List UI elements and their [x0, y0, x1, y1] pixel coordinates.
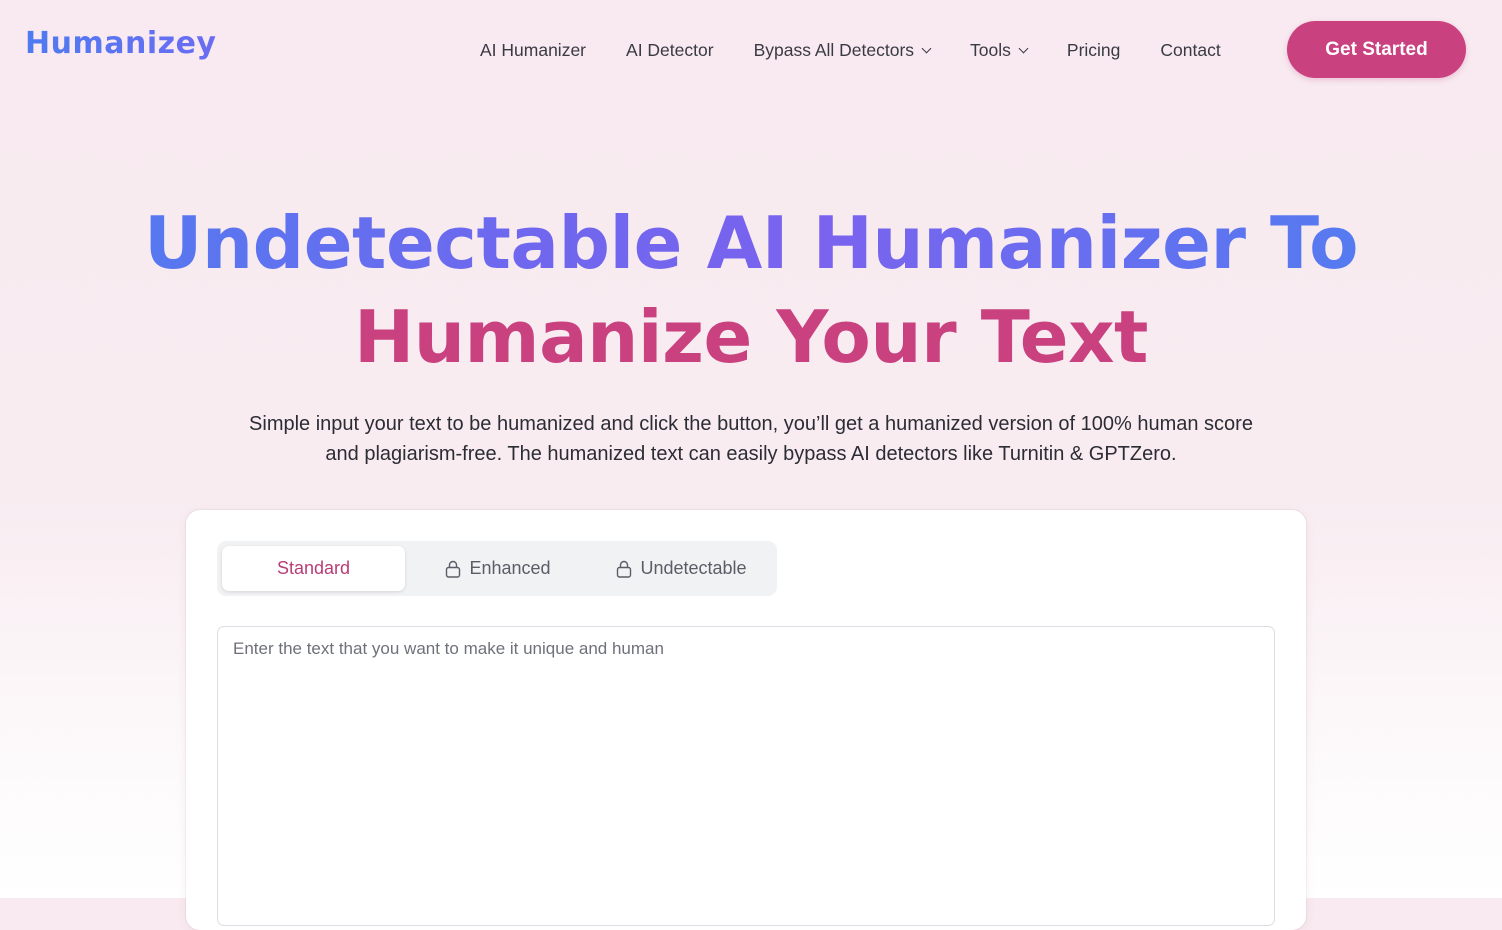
tab-standard-label: Standard [276, 558, 351, 578]
tab-enhanced[interactable]: Enhanced [407, 546, 589, 591]
brand-logo[interactable]: Humanizey [25, 26, 216, 61]
hero-subtitle: Simple input your text to be humanized a… [249, 413, 1253, 465]
nav-pricing-label: Pricing [1066, 39, 1121, 60]
chevron-down-icon [1018, 43, 1029, 53]
tab-enhanced-label: Enhanced [469, 558, 551, 578]
nav-ai-detector[interactable]: AI Detector [626, 40, 714, 61]
nav-contact[interactable]: Contact [1160, 40, 1220, 61]
lock-icon [617, 560, 632, 578]
chevron-down-icon [921, 43, 932, 53]
nav-ai-humanizer-label: AI Humanizer [480, 39, 587, 60]
hero-title-line2: Humanize Your Text [354, 295, 1148, 379]
site-header: Humanizey AI Humanizer AI Detector Bypas… [0, 0, 1502, 98]
tab-standard[interactable]: Standard [222, 546, 405, 591]
hero-title: Undetectable AI Humanizer To Humanize Yo… [0, 196, 1502, 384]
nav-tools-label: Tools [970, 39, 1011, 60]
lock-icon [446, 560, 461, 578]
text-input[interactable] [218, 627, 1274, 925]
nav-tools[interactable]: Tools [970, 39, 1029, 61]
mode-tabs: Standard Enhanced Undetectable [217, 541, 777, 596]
tab-undetectable[interactable]: Undetectable [589, 546, 774, 591]
nav-bypass-all-detectors-label: Bypass All Detectors [753, 39, 915, 60]
text-input-container [217, 626, 1275, 926]
nav-contact-label: Contact [1160, 39, 1221, 60]
main-nav: AI Humanizer AI Detector Bypass All Dete… [480, 38, 1221, 62]
nav-ai-humanizer[interactable]: AI Humanizer [480, 40, 586, 61]
nav-bypass-all-detectors[interactable]: Bypass All Detectors [753, 39, 932, 61]
nav-ai-detector-label: AI Detector [626, 39, 714, 60]
get-started-button[interactable]: Get Started [1287, 21, 1466, 78]
tab-undetectable-label: Undetectable [640, 558, 747, 578]
nav-pricing[interactable]: Pricing [1067, 40, 1121, 61]
hero-title-line1: Undetectable AI Humanizer To [0, 196, 1502, 290]
humanizer-card: Standard Enhanced Undetectable [186, 510, 1306, 930]
